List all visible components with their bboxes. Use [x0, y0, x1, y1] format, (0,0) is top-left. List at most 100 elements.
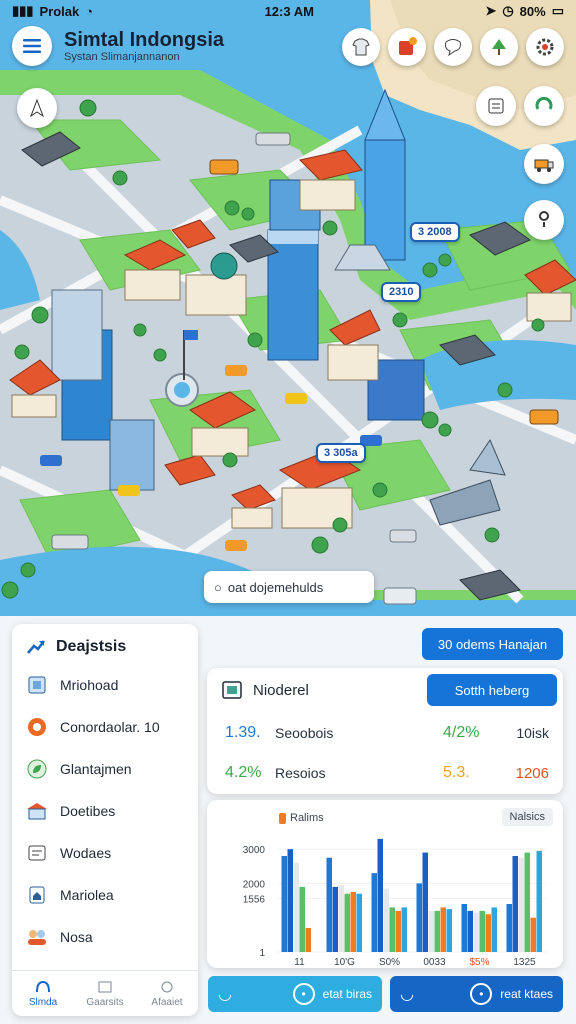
- wifi-icon: ◔: [85, 3, 94, 19]
- stats-card: Nioderel Sotth heberg 1.39. Seoobois 4/2…: [207, 668, 563, 794]
- chat-button[interactable]: [434, 28, 472, 66]
- side-item-nosa[interactable]: Nosa: [12, 916, 198, 958]
- chart-bar[interactable]: [479, 910, 486, 952]
- side-item-conordaolar[interactable]: Conordaolar. 10: [12, 706, 198, 748]
- chart-card: Ralims Nalsics 3000 2000 1556 1 11 10'G S0% 003…: [207, 800, 563, 968]
- chart-bar[interactable]: [377, 838, 384, 952]
- signal-icon: ▮▮▮: [12, 3, 34, 18]
- chart-bar[interactable]: [416, 883, 423, 952]
- app-title: Simtal Indongsia: [64, 29, 225, 51]
- chart-bar[interactable]: [401, 907, 408, 952]
- notifications-button[interactable]: [388, 28, 426, 66]
- stats-card-header: Nioderel: [221, 680, 309, 700]
- chart-bar[interactable]: [422, 852, 429, 952]
- vehicle-button[interactable]: [524, 144, 564, 184]
- stats-extra: 10isk: [516, 725, 549, 741]
- chart-bar[interactable]: [485, 914, 492, 952]
- top-action-button[interactable]: 30 odems Hanajan: [422, 628, 563, 660]
- stats-label: Seoobois: [275, 725, 334, 741]
- stats-row: 4.2% Resoios 5.3. 1206: [225, 764, 549, 782]
- map-pin-label[interactable]: 2310: [381, 282, 422, 302]
- people-icon: [26, 926, 48, 948]
- map-search-pill[interactable]: ○ oat dojemehulds: [204, 571, 374, 603]
- side-item-label: Mriohoad: [60, 677, 119, 693]
- side-item-label: Mariolea: [60, 887, 114, 903]
- tree-button[interactable]: [480, 28, 518, 66]
- chart-bar[interactable]: [293, 862, 300, 952]
- side-panel-title: Deajstsis: [56, 638, 127, 655]
- side-item-mariolea[interactable]: Mariolea: [12, 874, 198, 916]
- document-icon: [26, 674, 48, 696]
- stats-change: 5.3.: [443, 764, 470, 781]
- y-tick-label: 1: [259, 948, 265, 959]
- info-button[interactable]: [524, 200, 564, 240]
- chart-bar[interactable]: [491, 907, 498, 952]
- chart-bar[interactable]: [506, 904, 513, 952]
- chart-bar[interactable]: [383, 888, 390, 952]
- alert-box-icon: [399, 37, 417, 55]
- chart-bar[interactable]: [524, 852, 531, 952]
- chart-bar[interactable]: [281, 856, 288, 952]
- chart-bar[interactable]: [434, 910, 441, 952]
- chart-bar[interactable]: [518, 857, 525, 952]
- menu-button[interactable]: [12, 26, 52, 66]
- side-panel-tabs: Slmda Gaarsits Afaaiet: [12, 970, 198, 1016]
- chart-bar[interactable]: [344, 893, 351, 952]
- chart-bar[interactable]: [299, 886, 306, 952]
- compass-button[interactable]: [17, 88, 57, 128]
- compass-icon: [29, 98, 45, 118]
- chart-bar[interactable]: [332, 886, 339, 952]
- chart-bar[interactable]: [536, 850, 543, 952]
- alarm-icon: ◷: [502, 3, 514, 18]
- tab-slmda[interactable]: Slmda: [12, 971, 74, 1016]
- side-item-glantajmen[interactable]: Glantajmen: [12, 748, 198, 790]
- city-map[interactable]: ▮▮▮ Prolak ◔ 12:3 AM ➤ ◷ 80% ▭ Simtal In…: [0, 0, 576, 616]
- side-item-mriohoad[interactable]: Mriohoad: [12, 664, 198, 706]
- stats-card-title: Nioderel: [253, 681, 309, 699]
- map-pin-label[interactable]: 3 305a: [316, 443, 366, 463]
- chart-bar[interactable]: [395, 910, 402, 952]
- side-item-doetibes[interactable]: Doetibes: [12, 790, 198, 832]
- stats-change: 4/2%: [443, 724, 480, 741]
- chart-bar[interactable]: [287, 849, 294, 952]
- chart-bar[interactable]: [446, 909, 453, 952]
- map-pin-label[interactable]: 3 2008: [410, 222, 460, 242]
- app-subtitle: Systan Slimanjannanon: [64, 51, 180, 63]
- side-item-wodaes[interactable]: Wodaes: [12, 832, 198, 874]
- side-item-label: Doetibes: [60, 803, 116, 819]
- chart-bar[interactable]: [356, 893, 363, 952]
- house-icon: [26, 884, 48, 906]
- trend-up-icon: [27, 640, 45, 654]
- chart-bar[interactable]: [512, 856, 519, 952]
- chart-bar[interactable]: [305, 928, 312, 952]
- chart-bar[interactable]: [530, 917, 537, 952]
- stats-card-button[interactable]: Sotth heberg: [427, 674, 557, 706]
- bottom-button-left[interactable]: ◡ • etat biras: [208, 976, 382, 1012]
- monitor-icon: [222, 681, 242, 699]
- chart-bar[interactable]: [467, 910, 474, 952]
- list-button[interactable]: [476, 86, 516, 126]
- settings-button[interactable]: [526, 28, 564, 66]
- chart-bar[interactable]: [440, 907, 447, 952]
- chart-bar[interactable]: [389, 907, 396, 952]
- chart-bar[interactable]: [473, 912, 480, 952]
- chart-bar[interactable]: [371, 873, 378, 952]
- tab-afaaiet[interactable]: Afaaiet: [136, 971, 198, 1016]
- bottom-button-right[interactable]: ◡ • reat ktaes: [390, 976, 563, 1012]
- map-layers-button[interactable]: [342, 28, 380, 66]
- chart-bar[interactable]: [461, 904, 468, 952]
- chart-bar[interactable]: [326, 857, 333, 952]
- top-toolbar: [342, 28, 564, 66]
- chart-bar[interactable]: [428, 910, 435, 952]
- tab-label: Gaarsits: [86, 996, 124, 1008]
- x-tick-label: $5%: [469, 957, 489, 968]
- chart-bar[interactable]: [338, 885, 345, 952]
- refresh-button[interactable]: [524, 86, 564, 126]
- x-tick-label: 10'G: [334, 957, 355, 968]
- y-tick-label: 1556: [243, 895, 266, 906]
- chart-bar[interactable]: [350, 892, 357, 952]
- tab-gaarsits[interactable]: Gaarsits: [74, 971, 136, 1016]
- search-icon: ○: [214, 579, 222, 595]
- y-tick-label: 3000: [243, 845, 266, 856]
- target-icon: •: [470, 983, 493, 1005]
